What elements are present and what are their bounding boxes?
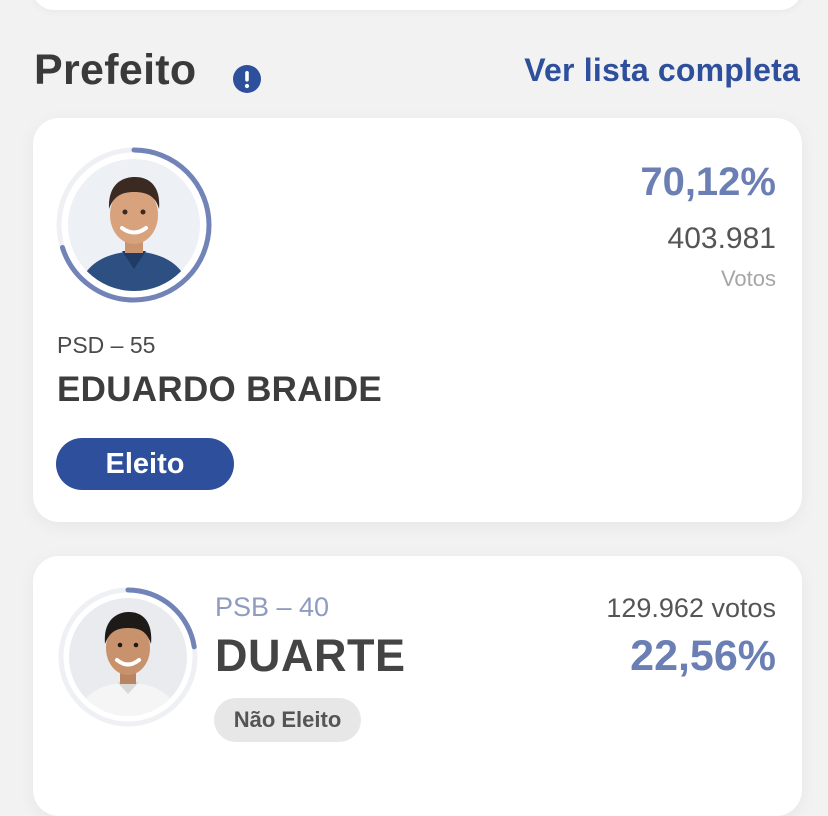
- section-title: Prefeito: [34, 46, 197, 94]
- status-badge-elected: Eleito: [56, 438, 234, 490]
- vote-count: 129.962 votos: [606, 593, 776, 623]
- votes-label: Votos: [720, 266, 776, 291]
- status-badge-not-elected: Não Eleito: [214, 698, 361, 742]
- candidate-card-eduardo-braide[interactable]: 70,12% 403.981 Votos PSD – 55 EDUARDO BR…: [33, 118, 802, 522]
- candidate-avatar: [57, 586, 199, 728]
- candidate-photo: [68, 159, 200, 291]
- candidate-photo: [69, 598, 187, 716]
- section-header: Prefeito Ver lista completa: [0, 0, 828, 110]
- candidate-card-duarte[interactable]: PSB – 40 DUARTE 129.962 votos 22,56% Não…: [33, 556, 802, 816]
- party-number: PSD – 55: [57, 332, 156, 358]
- candidate-avatar: [55, 146, 213, 304]
- info-icon[interactable]: [232, 64, 262, 94]
- see-full-list-link[interactable]: Ver lista completa: [524, 52, 800, 89]
- party-number: PSB – 40: [215, 592, 330, 622]
- candidate-name: DUARTE: [215, 630, 406, 681]
- candidate-name: EDUARDO BRAIDE: [57, 370, 383, 409]
- vote-count: 403.981: [667, 222, 776, 255]
- vote-percentage: 70,12%: [640, 160, 776, 204]
- vote-percentage: 22,56%: [630, 632, 776, 680]
